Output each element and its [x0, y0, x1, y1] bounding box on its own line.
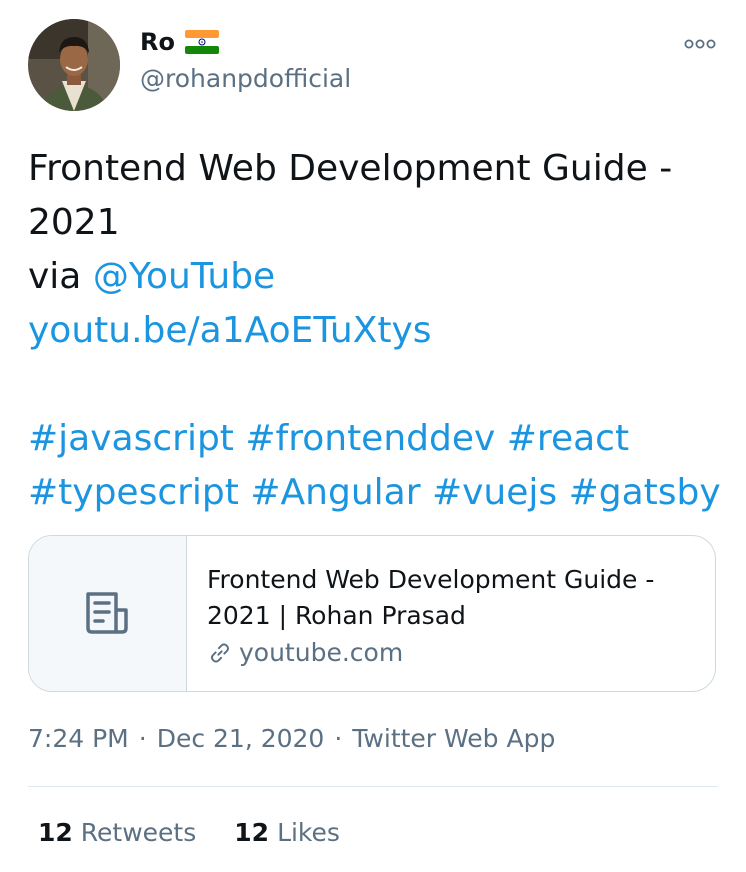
tweet-date[interactable]: Dec 21, 2020 — [157, 724, 325, 753]
tweet-text: Frontend Web Development Guide - 2021 vi… — [28, 142, 721, 520]
hashtags-line-2: #typescript #Angular #vuejs #gatsby — [28, 466, 721, 520]
hashtags-line-1: #javascript #frontenddev #react — [28, 412, 718, 466]
card-title: Frontend Web Development Guide - 2021 | … — [207, 565, 655, 630]
tweet-source-link[interactable]: Twitter Web App — [352, 724, 555, 753]
likes-label: Likes — [277, 818, 340, 847]
tweet-stats: 12 Retweets 12 Likes — [38, 818, 340, 847]
india-flag-icon — [184, 30, 219, 54]
author-info: Ro — [140, 28, 219, 56]
tweet-meta: 7:24 PM · Dec 21, 2020 · Twitter Web App — [28, 724, 555, 753]
hashtag-link[interactable]: #typescript — [28, 472, 239, 513]
meta-separator: · — [138, 724, 147, 753]
hashtag-link[interactable]: #vuejs — [432, 472, 557, 513]
author-handle[interactable]: @rohanpdofficial — [140, 64, 351, 93]
link-preview-card[interactable]: Frontend Web Development Guide - 2021 | … — [28, 535, 716, 692]
retweets-count: 12 — [38, 818, 73, 847]
document-icon — [85, 591, 128, 634]
tweet-via-line: via @YouTube — [28, 250, 718, 304]
tweet-line-2: 2021 — [28, 202, 120, 243]
retweets-label: Retweets — [80, 818, 197, 847]
tweet-url-line: youtu.be/a1AoETuXtys — [28, 304, 718, 358]
hashtag-link[interactable]: #gatsby — [569, 472, 721, 513]
tweet-url-link[interactable]: youtu.be/a1AoETuXtys — [28, 310, 432, 351]
hashtag-link[interactable]: #javascript — [28, 418, 234, 459]
hashtag-link[interactable]: #Angular — [250, 472, 420, 513]
hashtag-link[interactable]: #frontenddev — [245, 418, 495, 459]
card-thumbnail — [29, 536, 187, 691]
avatar[interactable] — [28, 19, 120, 111]
likes-stat[interactable]: 12 Likes — [234, 818, 340, 847]
avatar-image — [28, 19, 120, 111]
link-icon — [210, 642, 230, 663]
card-domain: youtube.com — [207, 638, 677, 667]
author-name[interactable]: Ro — [140, 28, 175, 56]
more-dots-icon — [684, 39, 716, 49]
card-domain-text: youtube.com — [239, 638, 404, 667]
hashtag-link[interactable]: #react — [507, 418, 629, 459]
via-prefix: via — [28, 256, 93, 297]
likes-count: 12 — [234, 818, 270, 847]
mention-link[interactable]: @YouTube — [93, 256, 275, 297]
retweets-stat[interactable]: 12 Retweets — [38, 818, 196, 847]
tweet-time[interactable]: 7:24 PM — [28, 724, 129, 753]
more-options-button[interactable] — [680, 30, 720, 58]
divider — [28, 786, 718, 787]
meta-separator: · — [334, 724, 343, 753]
card-body: Frontend Web Development Guide - 2021 | … — [187, 536, 677, 691]
tweet-line-1: Frontend Web Development Guide - — [28, 148, 673, 189]
